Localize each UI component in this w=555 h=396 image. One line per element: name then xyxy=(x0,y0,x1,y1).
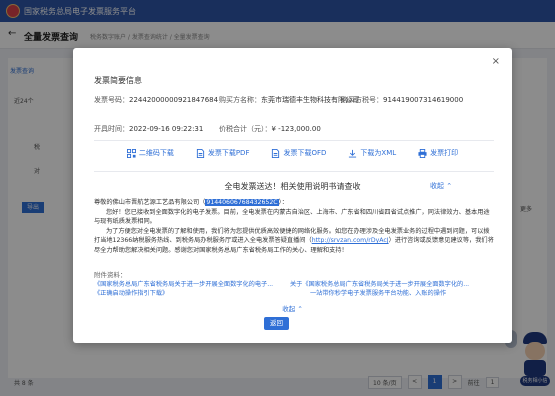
buyer-tax-value: 914419007314619000 xyxy=(383,96,464,104)
xml-download-button[interactable]: 下载为XML xyxy=(348,148,396,158)
print-button[interactable]: 发票打印 xyxy=(418,148,458,158)
return-button[interactable]: 返回 xyxy=(264,317,289,330)
xml-download-label: 下载为XML xyxy=(360,149,397,157)
invoice-number-value: 22442000000921847684 xyxy=(129,96,219,104)
ofd-file-icon xyxy=(272,148,280,158)
total-amount-label: 价税合计（元）： xyxy=(219,125,272,133)
attachment-column-right: 关于《国家税务总局广东省税务局关于进一步开展全面数字化的... 一站带你秒学电子… xyxy=(290,281,475,298)
ofd-download-label: 发票下载OFD xyxy=(283,149,327,157)
attachment-column-left: 《国家税务总局广东省税务局关于进一步开展全面数字化的电子... 《正确启动操作指… xyxy=(94,281,279,298)
print-label: 发票打印 xyxy=(430,149,459,157)
pdf-download-label: 发票下载PDF xyxy=(207,149,250,157)
attachment-link[interactable]: 《国家税务总局广东省税务局关于进一步开展全面数字化的电子... xyxy=(94,281,279,290)
attachment-link[interactable]: 关于《国家税务总局广东省税务局关于进一步开展全面数字化的... xyxy=(290,281,475,290)
live-room-link[interactable]: http://srvzan.com/rDyAcJ xyxy=(312,237,389,244)
buyer-name-label: 购买方名称： xyxy=(219,96,261,104)
printer-icon xyxy=(418,148,427,158)
notice-greeting: 尊敬的佛山市晋航艺源工艺品有限公司（91440606768432652C）： xyxy=(94,198,494,208)
notice-body: 尊敬的佛山市晋航艺源工艺品有限公司（91440606768432652C）： 您… xyxy=(94,198,494,256)
attachment-link[interactable]: 一站带你秒学电子发票服务平台功能、入账的操作 xyxy=(290,290,475,299)
notice-paragraph-2: 为了方便您对全电发票的了解和使用，我们将为您提供优质高效便捷的网络化服务。如您在… xyxy=(94,227,494,256)
attachment-link[interactable]: 《正确启动操作指引下载》 xyxy=(94,290,279,299)
divider xyxy=(94,171,494,172)
total-amount-field: 价税合计（元）：¥ -123,000.00 xyxy=(219,124,321,134)
qr-download-label: 二维码下载 xyxy=(138,149,174,157)
ofd-download-button[interactable]: 发票下载OFD xyxy=(271,148,326,158)
taxpayer-id-highlight: 91440606768432652C xyxy=(205,199,279,206)
invoice-detail-modal: × 发票简要信息 发票号码：22442000000921847684 购买方名称… xyxy=(73,48,512,343)
collapse-attachments-label: 收起 xyxy=(282,305,296,313)
collapse-label: 收起 xyxy=(430,182,444,190)
invoice-number-label: 发票号码： xyxy=(94,96,129,104)
close-icon[interactable]: × xyxy=(492,56,500,67)
attachments-label: 附件资料： xyxy=(94,271,127,279)
issue-date-label: 开具时间： xyxy=(94,125,129,133)
buyer-tax-label: 购买方税号： xyxy=(341,96,383,104)
greeting-text: 尊敬的佛山市晋航艺源工艺品有限公司（ xyxy=(94,199,206,206)
pdf-file-icon xyxy=(196,148,204,158)
chevron-up-icon: ⌃ xyxy=(446,182,453,190)
chevron-up-icon: ⌃ xyxy=(297,305,303,313)
divider xyxy=(94,140,494,141)
invoice-number-field: 发票号码：22442000000921847684 xyxy=(94,95,218,105)
collapse-attachments-link[interactable]: 收起 ⌃ xyxy=(73,303,512,313)
notice-paragraph-1: 您好！您已接收到全面数字化的电子发票。目前，全电发票在内蒙古自治区、上海市、广东… xyxy=(94,208,490,226)
buyer-tax-field: 购买方税号：914419007314619000 xyxy=(341,95,463,105)
qr-download-button[interactable]: 二维码下载 xyxy=(126,148,174,158)
pdf-download-button[interactable]: 发票下载PDF xyxy=(196,148,250,158)
download-icon xyxy=(349,149,357,158)
qr-code-icon xyxy=(126,148,136,158)
issue-date-value: 2022-09-16 09:22:31 xyxy=(129,125,204,133)
action-bar: 二维码下载 发票下载PDF 发票下载OFD 下载为XML 发票打印 xyxy=(73,148,512,158)
collapse-link[interactable]: 收起 ⌃ xyxy=(430,181,452,191)
buyer-name-field: 购买方名称：东莞市瑞德丰生物科技有限公司 xyxy=(219,95,359,105)
section-title: 发票简要信息 xyxy=(94,76,142,85)
issue-date-field: 开具时间：2022-09-16 09:22:31 xyxy=(94,124,203,134)
total-amount-value: ¥ -123,000.00 xyxy=(271,125,321,133)
greeting-end: ）： xyxy=(278,199,288,206)
